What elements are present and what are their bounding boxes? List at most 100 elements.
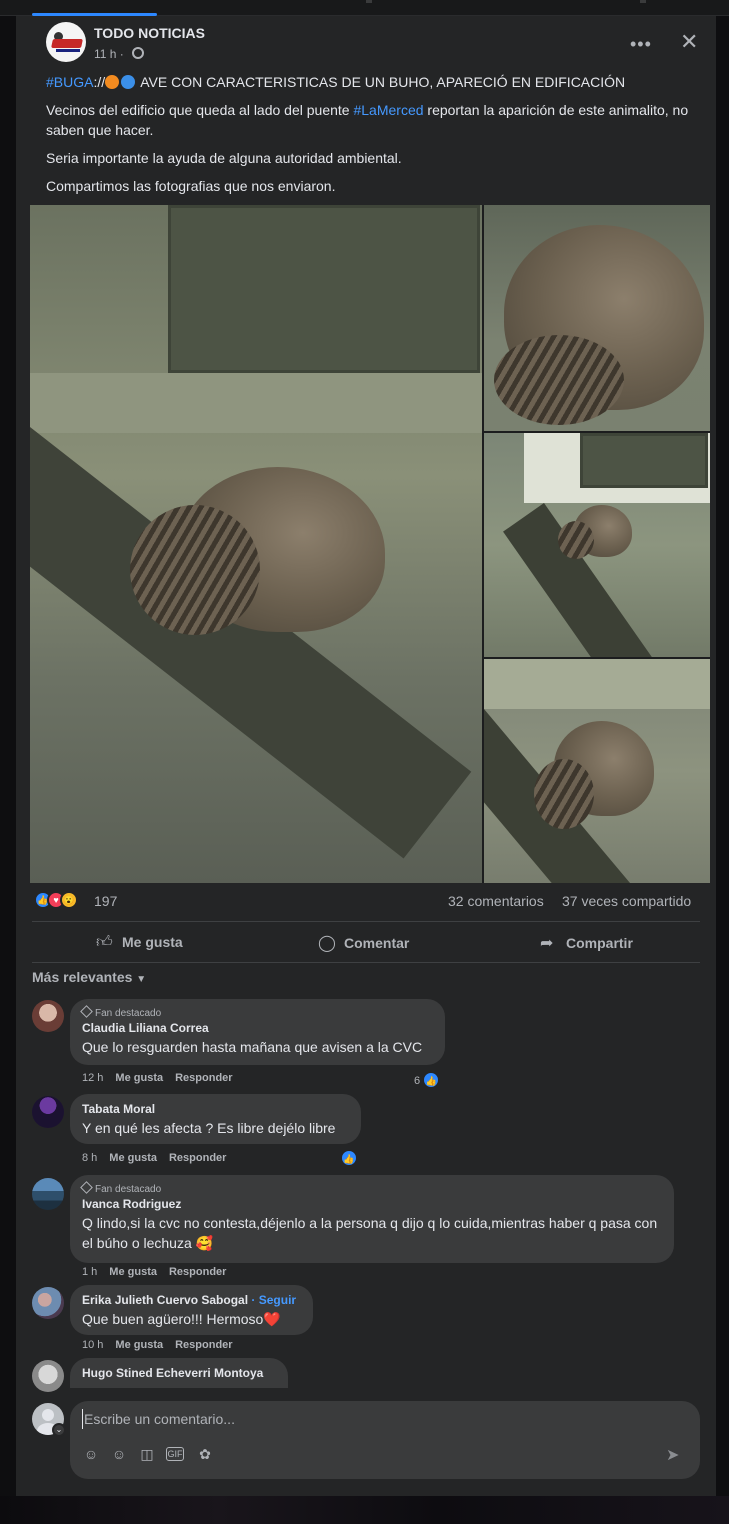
divider: [32, 962, 700, 963]
avatar-head: [42, 1409, 54, 1421]
headline-text: AVE CON CARACTERISTICAS DE UN BUHO, APAR…: [137, 74, 626, 90]
share-label: Compartir: [566, 935, 633, 951]
page-avatar[interactable]: [46, 22, 86, 62]
comment-reply-button[interactable]: Responder: [169, 1266, 226, 1278]
photo-grid: [30, 205, 710, 883]
comment-like-button[interactable]: Me gusta: [109, 1152, 157, 1164]
photo-thumb-2[interactable]: [484, 433, 710, 657]
comment-text: Que buen agüero!!! Hermoso❤️: [82, 1311, 281, 1327]
commenter-name[interactable]: Hugo Stined Echeverri Montoya: [82, 1366, 276, 1380]
commenter-name[interactable]: Tabata Moral: [82, 1102, 349, 1116]
shares-count[interactable]: 37 veces compartido: [562, 893, 691, 909]
photo-thumb-3[interactable]: [484, 659, 710, 883]
comment-meta: 1 h Me gusta Responder: [82, 1266, 238, 1278]
like-button[interactable]: 👍︎ Me gusta: [96, 933, 183, 952]
comment-composer: ☺ ☺ ◫ GIF ✿ ➤: [70, 1401, 700, 1479]
paragraph-text: Vecinos del edificio que queda al lado d…: [46, 102, 354, 118]
page-name[interactable]: TODO NOTICIAS: [94, 25, 205, 41]
commenter-avatar[interactable]: [32, 1000, 64, 1032]
post-paragraph: Compartimos las fotografias que nos envi…: [46, 178, 336, 194]
browser-top-bar: [0, 0, 729, 16]
hashtag-lamerced[interactable]: #LaMerced: [353, 102, 423, 118]
post-headline: #BUGA:// AVE CON CARACTERISTICAS DE UN B…: [46, 72, 706, 92]
commenter-name-row: Erika Julieth Cuervo Sabogal · Seguir: [82, 1293, 301, 1307]
comment-time[interactable]: 8 h: [82, 1152, 97, 1164]
wow-reaction-icon: 😮: [60, 891, 78, 909]
chevron-down-icon[interactable]: ⌄: [52, 1423, 66, 1437]
fan-badge: Fan destacado: [80, 1181, 662, 1195]
post-time[interactable]: 11 h ·: [94, 47, 124, 61]
send-icon[interactable]: ➤: [666, 1445, 679, 1465]
top-bar-mark: [640, 0, 646, 3]
background-strip: [0, 1496, 729, 1524]
comment-text: Q lindo,si la cvc no contesta,déjenlo a …: [82, 1215, 658, 1251]
commenter-name[interactable]: Ivanca Rodriguez: [82, 1197, 662, 1211]
photo-door: [580, 433, 708, 488]
like-reaction-icon: 👍: [341, 1150, 357, 1166]
comment-meta: 12 h Me gusta Responder: [82, 1072, 245, 1084]
speech-bubble-icon: ◯: [318, 935, 336, 952]
post-body: #BUGA:// AVE CON CARACTERISTICAS DE UN B…: [46, 72, 706, 204]
comment-like-button[interactable]: Me gusta: [115, 1339, 163, 1351]
like-reaction-icon: 👍: [423, 1072, 440, 1088]
thumbs-up-icon: 👍︎: [96, 934, 113, 951]
commenter-avatar[interactable]: [32, 1360, 64, 1392]
divider: [32, 921, 700, 922]
top-bar-mark: [366, 0, 372, 3]
fan-badge: Fan destacado: [80, 1005, 433, 1019]
comment-label: Comentar: [344, 935, 410, 951]
photo-door: [168, 205, 480, 373]
commenter-avatar[interactable]: [32, 1096, 64, 1128]
comment-reply-button[interactable]: Responder: [175, 1339, 232, 1351]
comment-bubble: Hugo Stined Echeverri Montoya: [70, 1358, 288, 1388]
orange-circle-icon: [105, 75, 120, 89]
comment-reply-button[interactable]: Responder: [175, 1072, 232, 1084]
photo-wall-base: [30, 373, 482, 433]
emoji-icon[interactable]: ☺: [110, 1445, 128, 1463]
comment-bubble: Fan destacado Claudia Liliana Correa Que…: [70, 999, 445, 1065]
sticker-icon[interactable]: ✿: [196, 1445, 214, 1463]
badge-label: Fan destacado: [95, 1008, 162, 1019]
comment-input[interactable]: [82, 1409, 682, 1429]
gif-icon[interactable]: GIF: [166, 1447, 184, 1461]
reaction-count[interactable]: 197: [94, 893, 117, 909]
comment-meta: 8 h Me gusta Responder: [82, 1152, 238, 1164]
logo-underline: [56, 49, 80, 52]
comment-reply-button[interactable]: Responder: [169, 1152, 226, 1164]
comment-button[interactable]: ◯ Comentar: [318, 933, 409, 953]
comments-count[interactable]: 32 comentarios: [448, 893, 544, 909]
comment-bubble: Erika Julieth Cuervo Sabogal · Seguir Qu…: [70, 1285, 313, 1335]
comment-sort-dropdown[interactable]: Más relevantes ▼: [32, 969, 146, 985]
follow-link[interactable]: · Seguir: [251, 1293, 296, 1307]
comment-like-button[interactable]: Me gusta: [109, 1266, 157, 1278]
more-options-button[interactable]: •••: [630, 34, 652, 55]
commenter-avatar[interactable]: [32, 1178, 64, 1210]
close-button[interactable]: ✕: [680, 29, 698, 55]
comment-text: Que lo resguarden hasta mañana que avise…: [82, 1039, 423, 1055]
comment-like-count[interactable]: 6 👍: [414, 1072, 440, 1088]
comment-time[interactable]: 1 h: [82, 1266, 97, 1278]
owl-wing: [534, 759, 594, 829]
comment-time[interactable]: 12 h: [82, 1072, 103, 1084]
sort-label: Más relevantes: [32, 969, 133, 985]
avatar-sticker-icon[interactable]: ☺: [82, 1445, 100, 1463]
photo-main[interactable]: [30, 205, 482, 883]
comment-like-count[interactable]: 👍: [341, 1150, 357, 1166]
photo-thumb-1[interactable]: [484, 205, 710, 431]
headline-separator: ://: [93, 74, 106, 90]
diamond-icon: [80, 1005, 93, 1018]
comment-like-button[interactable]: Me gusta: [115, 1072, 163, 1084]
owl-wing: [494, 335, 624, 425]
badge-label: Fan destacado: [95, 1184, 162, 1195]
diamond-icon: [80, 1181, 93, 1194]
blue-circle-icon: [121, 75, 136, 89]
commenter-avatar[interactable]: [32, 1287, 64, 1319]
comment-time[interactable]: 10 h: [82, 1339, 103, 1351]
camera-icon[interactable]: ◫: [138, 1445, 156, 1463]
hashtag-buga[interactable]: #BUGA: [46, 74, 93, 90]
comment-meta: 10 h Me gusta Responder: [82, 1339, 245, 1351]
commenter-name[interactable]: Claudia Liliana Correa: [82, 1021, 433, 1035]
share-button[interactable]: ➦ Compartir: [540, 933, 633, 953]
commenter-name[interactable]: Erika Julieth Cuervo Sabogal: [82, 1293, 248, 1307]
comment-bubble: Fan destacado Ivanca Rodriguez Q lindo,s…: [70, 1175, 674, 1263]
